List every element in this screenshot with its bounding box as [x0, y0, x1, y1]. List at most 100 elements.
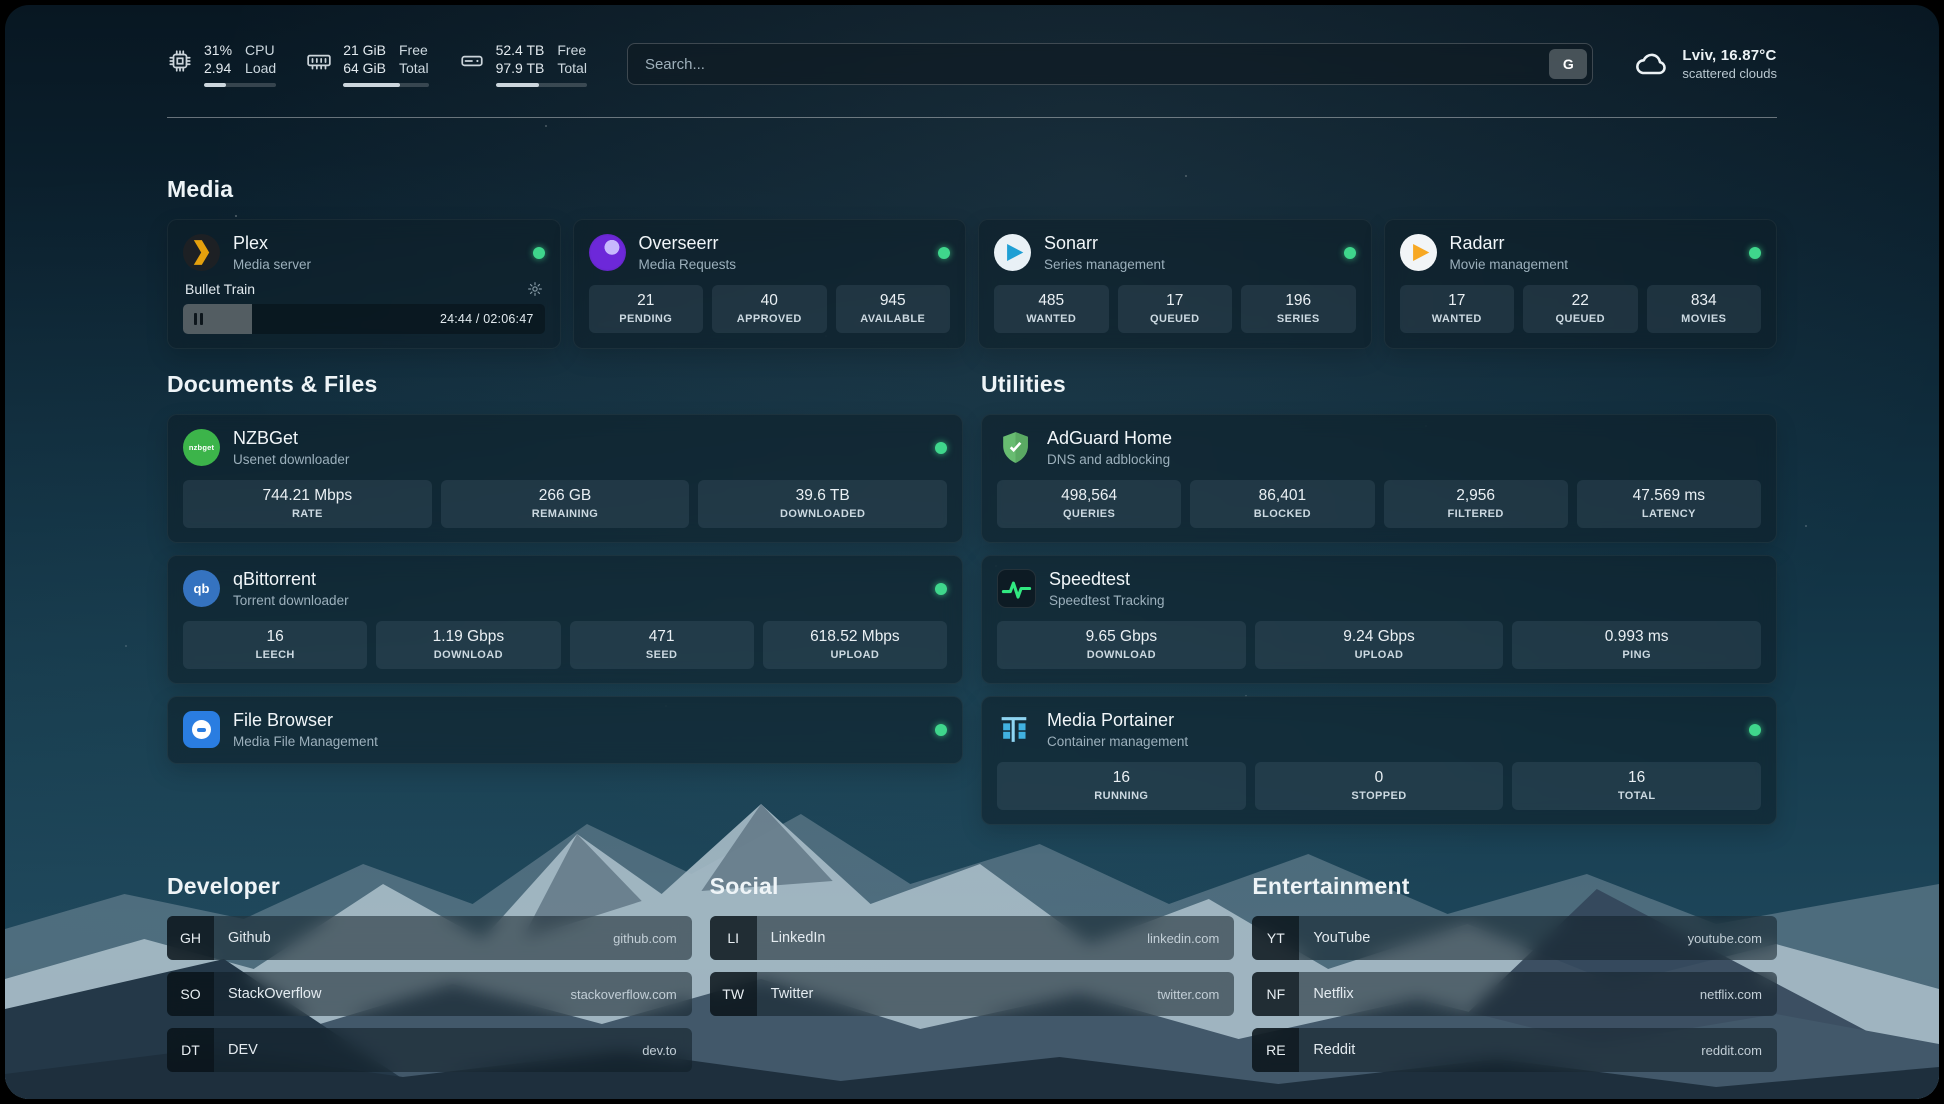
service-card-filebrowser[interactable]: File Browser Media File Management [167, 696, 963, 764]
gear-icon[interactable] [527, 281, 543, 297]
bookmark-dev[interactable]: DT DEV dev.to [167, 1028, 692, 1072]
bookmark-name: YouTube [1313, 930, 1370, 946]
stat-series: 196 SERIES [1241, 285, 1356, 333]
service-card-qbittorrent[interactable]: qb qBittorrent Torrent downloader 16 [167, 555, 963, 684]
service-card-adguard[interactable]: AdGuard Home DNS and adblocking 498,564 … [981, 414, 1777, 543]
now-playing-title: Bullet Train [185, 281, 255, 297]
disk-label-bottom: Total [557, 59, 587, 77]
service-card-overseerr[interactable]: Overseerr Media Requests 21 PENDING 40 A… [573, 219, 967, 349]
bookmark-name: Netflix [1313, 986, 1353, 1002]
status-dot [533, 247, 545, 259]
section-utilities: Utilities AdGu [981, 371, 1777, 825]
bookmark-netflix[interactable]: NF Netflix netflix.com [1252, 972, 1777, 1016]
search-bar[interactable]: G [627, 43, 1593, 85]
bookmark-group-entertainment: Entertainment YT YouTube youtube.com NF … [1252, 873, 1777, 1072]
bookmark-url: github.com [613, 931, 677, 946]
now-playing-time: 24:44 / 02:06:47 [440, 312, 534, 326]
bookmark-url: youtube.com [1688, 931, 1762, 946]
media-section-title: Media [167, 176, 1777, 203]
service-name: Speedtest [1049, 569, 1165, 590]
entertainment-section-title: Entertainment [1252, 873, 1777, 900]
stat-ping: 0.993 ms PING [1512, 621, 1761, 669]
top-bar: 31% CPU 2.94 Load 21 [167, 41, 1777, 87]
bookmark-github[interactable]: GH Github github.com [167, 916, 692, 960]
cpu-percent: 31% [204, 41, 232, 59]
bookmark-name: Github [228, 930, 271, 946]
status-dot [1344, 247, 1356, 259]
bookmark-youtube[interactable]: YT YouTube youtube.com [1252, 916, 1777, 960]
service-card-radarr[interactable]: Radarr Movie management 17 WANTED 22 QUE… [1384, 219, 1778, 349]
bookmark-group-developer: Developer GH Github github.com SO StackO… [167, 873, 692, 1072]
stat-running: 16 RUNNING [997, 762, 1246, 810]
search-input[interactable] [643, 55, 1549, 74]
stat-download: 9.65 Gbps DOWNLOAD [997, 621, 1246, 669]
bookmark-url: dev.to [642, 1043, 676, 1058]
bookmark-stackoverflow[interactable]: SO StackOverflow stackoverflow.com [167, 972, 692, 1016]
section-media: Media Plex Media server [167, 176, 1777, 349]
developer-section-title: Developer [167, 873, 692, 900]
stat-queries: 498,564 QUERIES [997, 480, 1181, 528]
bookmark-name: DEV [228, 1042, 258, 1058]
disk-free: 52.4 TB [496, 41, 545, 59]
adguard-icon [997, 429, 1034, 466]
stat-stopped: 0 STOPPED [1255, 762, 1504, 810]
status-dot [1749, 724, 1761, 736]
system-widgets: 31% CPU 2.94 Load 21 [167, 41, 587, 87]
service-card-sonarr[interactable]: Sonarr Series management 485 WANTED 17 Q… [978, 219, 1372, 349]
bookmark-group-social: Social LI LinkedIn linkedin.com TW Twitt… [710, 873, 1235, 1072]
status-dot [935, 724, 947, 736]
service-description: Media Requests [639, 257, 737, 272]
bookmark-url: twitter.com [1157, 987, 1219, 1002]
stat-available: 945 AVAILABLE [836, 285, 951, 333]
status-dot [938, 247, 950, 259]
service-description: Movie management [1450, 257, 1569, 272]
utilities-section-title: Utilities [981, 371, 1777, 398]
service-name: Sonarr [1044, 233, 1165, 254]
bookmark-name: LinkedIn [771, 930, 826, 946]
bookmark-linkedin[interactable]: LI LinkedIn linkedin.com [710, 916, 1235, 960]
memory-widget: 21 GiB Free 64 GiB Total [306, 41, 428, 87]
service-card-plex[interactable]: Plex Media server Bullet Train [167, 219, 561, 349]
service-card-nzbget[interactable]: nzbget NZBGet Usenet downloader 744.21 M… [167, 414, 963, 543]
cpu-widget: 31% CPU 2.94 Load [167, 41, 276, 87]
ram-icon [306, 48, 332, 74]
status-dot [935, 583, 947, 595]
bookmark-name: Twitter [771, 986, 814, 1002]
bookmark-reddit[interactable]: RE Reddit reddit.com [1252, 1028, 1777, 1072]
nzbget-icon: nzbget [183, 429, 220, 466]
status-dot [1749, 247, 1761, 259]
service-name: Plex [233, 233, 311, 254]
service-description: Torrent downloader [233, 593, 349, 608]
sonarr-icon [994, 234, 1031, 271]
bookmark-abbr: GH [167, 916, 214, 960]
cpu-load: 2.94 [204, 59, 232, 77]
service-description: Media File Management [233, 734, 378, 749]
stat-queued: 22 QUEUED [1523, 285, 1638, 333]
service-description: DNS and adblocking [1047, 452, 1172, 467]
pause-icon[interactable] [194, 313, 203, 325]
bookmark-url: linkedin.com [1147, 931, 1219, 946]
stat-pending: 21 PENDING [589, 285, 704, 333]
memory-label-top: Free [399, 41, 429, 59]
radarr-icon [1400, 234, 1437, 271]
service-card-speedtest[interactable]: Speedtest Speedtest Tracking 9.65 Gbps D… [981, 555, 1777, 684]
service-name: Overseerr [639, 233, 737, 254]
service-card-portainer[interactable]: Media Portainer Container management 16 … [981, 696, 1777, 825]
stat-rate: 744.21 Mbps RATE [183, 480, 432, 528]
social-section-title: Social [710, 873, 1235, 900]
weather-widget: Lviv, 16.87°C scattered clouds [1633, 46, 1777, 82]
search-provider-button[interactable]: G [1549, 49, 1587, 79]
cpu-usage-bar [204, 83, 276, 87]
stat-wanted: 485 WANTED [994, 285, 1109, 333]
stat-upload: 9.24 Gbps UPLOAD [1255, 621, 1504, 669]
overseerr-icon [589, 234, 626, 271]
stat-approved: 40 APPROVED [712, 285, 827, 333]
weather-location: Lviv, 16.87°C [1682, 47, 1777, 64]
bookmark-twitter[interactable]: TW Twitter twitter.com [710, 972, 1235, 1016]
service-description: Series management [1044, 257, 1165, 272]
bookmark-abbr: DT [167, 1028, 214, 1072]
hard-drive-icon [459, 48, 485, 74]
status-dot [935, 442, 947, 454]
memory-total: 64 GiB [343, 59, 386, 77]
plex-seek-bar[interactable]: 24:44 / 02:06:47 [183, 304, 545, 334]
